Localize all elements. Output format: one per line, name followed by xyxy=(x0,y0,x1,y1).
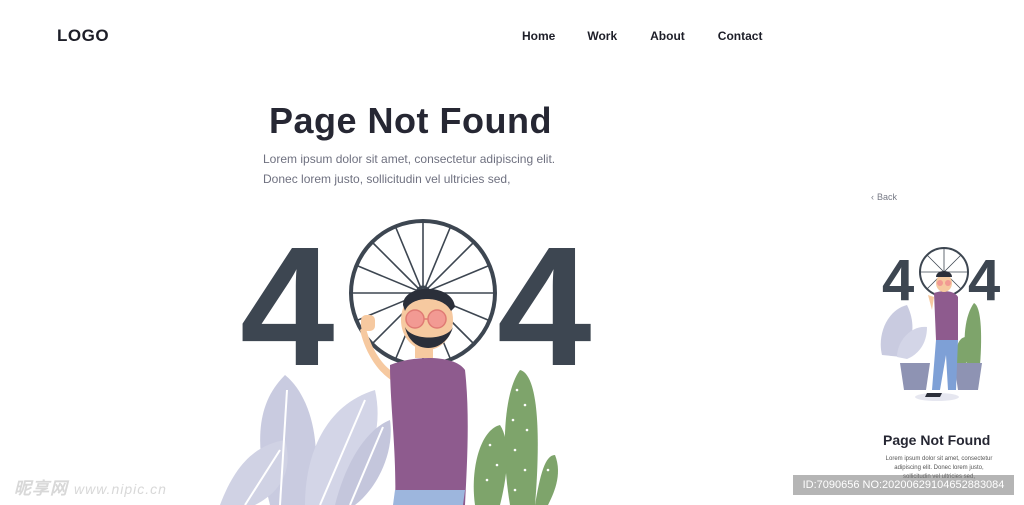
nav-about[interactable]: About xyxy=(650,29,685,43)
chevron-left-icon: ‹ xyxy=(871,192,874,202)
nav-contact[interactable]: Contact xyxy=(718,29,763,43)
mobile-digit-four-right: 4 xyxy=(968,248,1000,313)
watermark-left: 昵享网 www.nipic.cn xyxy=(14,474,167,499)
logo[interactable]: LOGO xyxy=(57,26,109,46)
nav-work[interactable]: Work xyxy=(587,29,617,43)
page-title: Page Not Found xyxy=(269,100,552,141)
digit-four-left: 4 xyxy=(240,215,335,402)
error-404-illustration: 4 4 xyxy=(220,215,592,505)
nav-home[interactable]: Home xyxy=(522,29,555,43)
page-description: Lorem ipsum dolor sit amet, consectetur … xyxy=(263,152,556,186)
watermark-left-url: www.nipic.cn xyxy=(74,481,167,497)
back-link[interactable]: ‹ Back xyxy=(871,192,897,202)
watermark-right: ID:7090656 NO:20200629104652883084 xyxy=(793,475,1014,495)
mobile-digit-four-left: 4 xyxy=(882,248,914,313)
digit-four-right: 4 xyxy=(497,215,592,402)
mobile-404-illustration: 4 4 xyxy=(880,247,1000,401)
back-label: Back xyxy=(877,192,898,202)
mobile-page-title: Page Not Found xyxy=(883,432,991,448)
main-nav: Home Work About Contact xyxy=(522,29,762,43)
watermark-left-text: 昵享网 xyxy=(14,479,68,498)
